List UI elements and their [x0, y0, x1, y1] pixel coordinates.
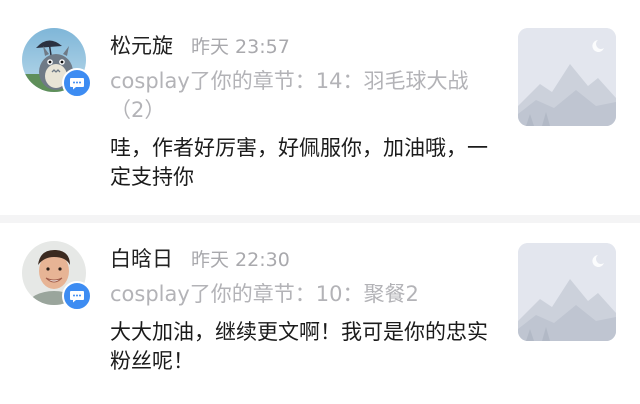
- avatar-container[interactable]: [22, 241, 92, 311]
- comment-badge: [62, 68, 92, 98]
- section-divider: [0, 215, 640, 223]
- avatar-container[interactable]: [22, 28, 92, 98]
- chat-bubble-icon: [70, 291, 84, 303]
- timestamp: 昨天 23:57: [191, 36, 290, 58]
- username[interactable]: 松元旋: [110, 30, 173, 60]
- header-row: 白晗日 昨天 22:30: [110, 243, 505, 275]
- comment-text: 哇，作者好厉害，好佩服你，加油哦，一定支持你: [110, 136, 488, 189]
- comment-content: 松元旋 昨天 23:57 cosplay了你的章节：14：羽毛球大战（2） 哇，…: [110, 30, 505, 192]
- comment-badge: [62, 281, 92, 311]
- mountain-placeholder-icon: [518, 243, 616, 341]
- activity-text: cosplay了你的章节：10：聚餐2: [110, 282, 419, 306]
- chapter-thumbnail[interactable]: [518, 28, 616, 126]
- chat-bubble-icon: [70, 78, 84, 90]
- activity-text: cosplay了你的章节：14：羽毛球大战（2）: [110, 69, 469, 122]
- comment-notification-list: 松元旋 昨天 23:57 cosplay了你的章节：14：羽毛球大战（2） 哇，…: [0, 0, 640, 404]
- username[interactable]: 白晗日: [110, 243, 173, 273]
- comment-content: 白晗日 昨天 22:30 cosplay了你的章节：10：聚餐2 大大加油，继续…: [110, 243, 505, 376]
- timestamp: 昨天 22:30: [191, 249, 290, 271]
- chapter-thumbnail[interactable]: [518, 243, 616, 341]
- list-item[interactable]: 松元旋 昨天 23:57 cosplay了你的章节：14：羽毛球大战（2） 哇，…: [0, 0, 640, 215]
- list-item[interactable]: 白晗日 昨天 22:30 cosplay了你的章节：10：聚餐2 大大加油，继续…: [0, 223, 640, 404]
- mountain-placeholder-icon: [518, 28, 616, 126]
- header-row: 松元旋 昨天 23:57: [110, 30, 505, 62]
- comment-text: 大大加油，继续更文啊！我可是你的忠实粉丝呢！: [110, 320, 488, 373]
